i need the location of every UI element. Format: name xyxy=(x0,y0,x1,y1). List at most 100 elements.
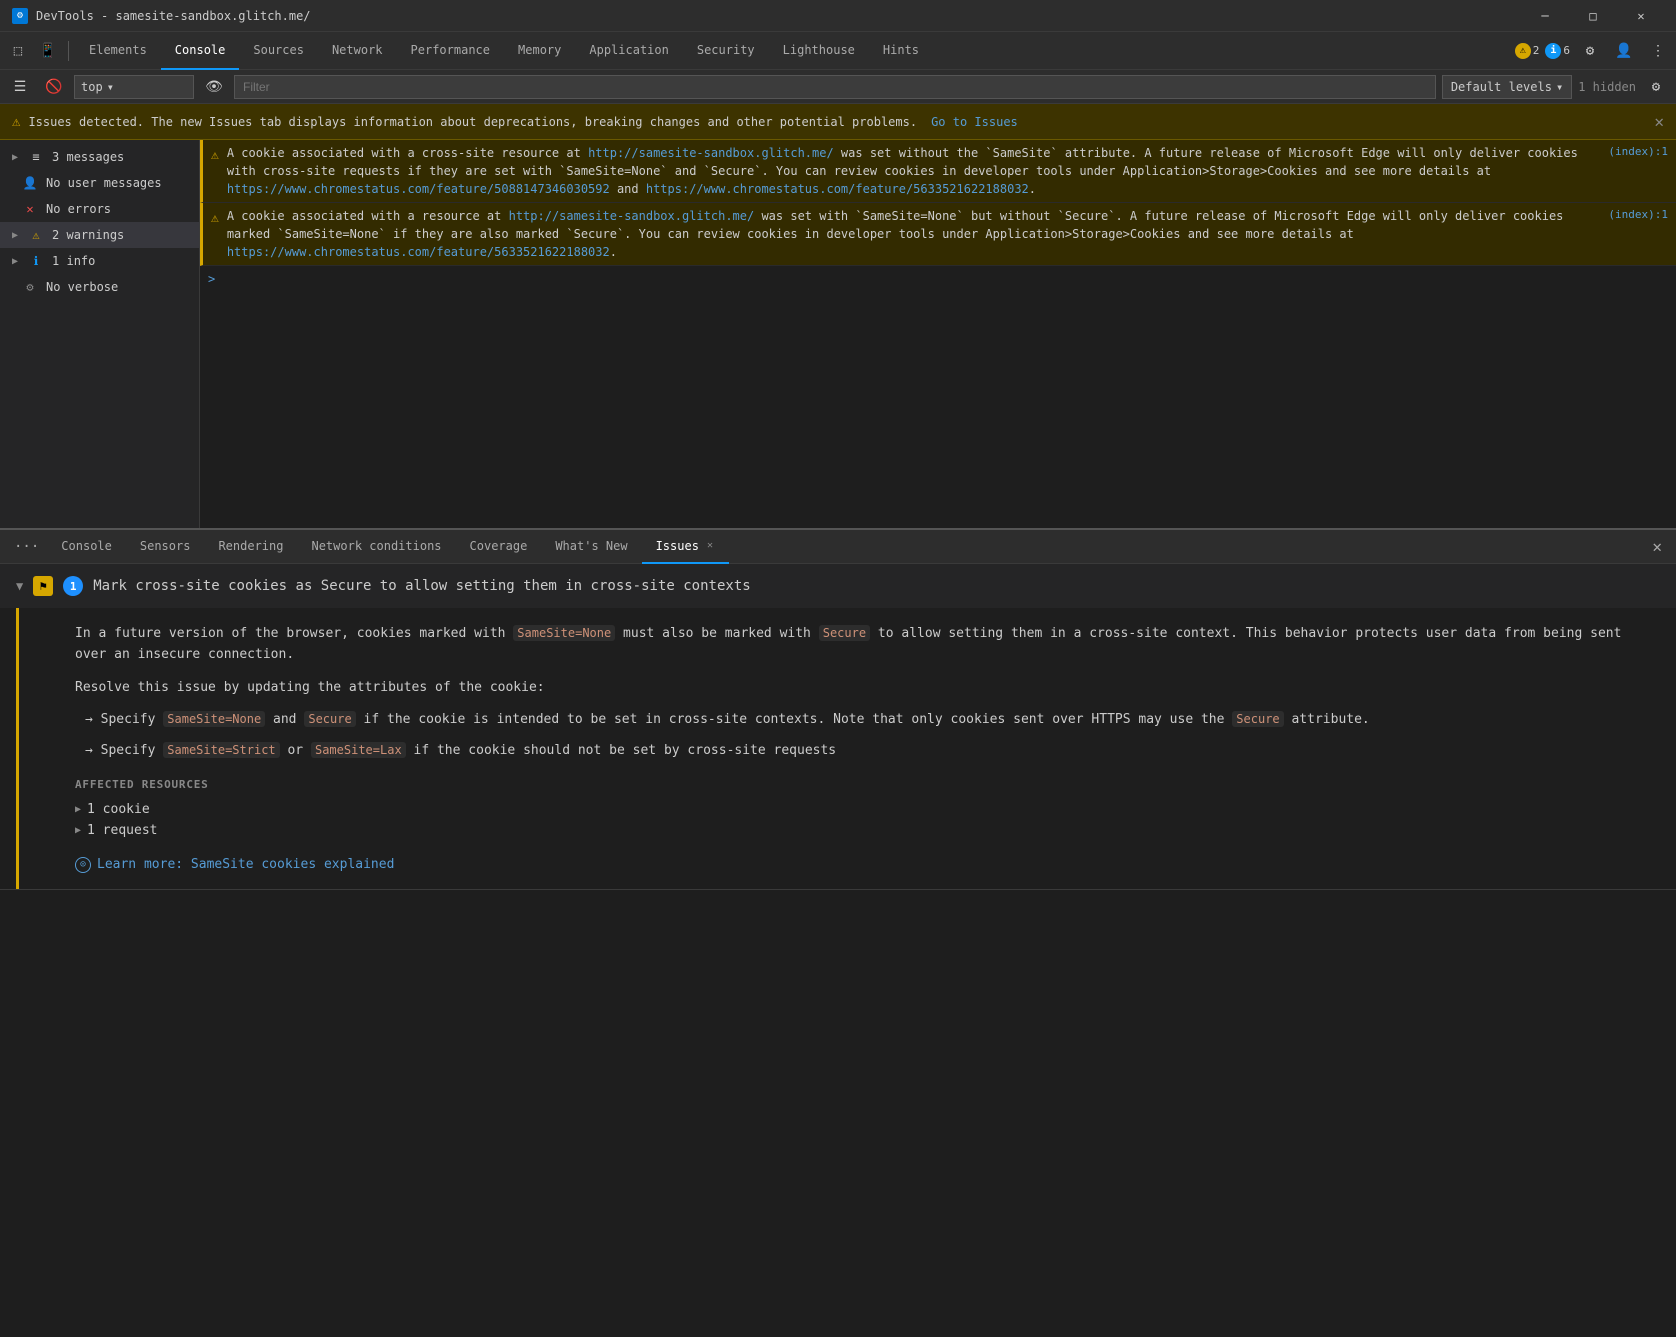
console-toolbar: ☰ 🚫 top ▾ 👁 Default levels ▾ 1 hidden ⚙ xyxy=(0,70,1676,104)
issue-group-1: ▼ ⚑ 1 Mark cross-site cookies as Secure … xyxy=(0,564,1676,890)
settings-button[interactable]: ⚙ xyxy=(1576,37,1604,65)
sidebar-label-verbose: No verbose xyxy=(46,280,118,294)
issue-arrow-item-2: → Specify SameSite=Strict or SameSite=La… xyxy=(75,741,1652,762)
info-count: 6 xyxy=(1563,44,1570,57)
sidebar-chevron-all: ▶ xyxy=(12,152,18,163)
sidebar-chevron-warnings: ▶ xyxy=(12,230,18,241)
go-to-issues-link[interactable]: Go to Issues xyxy=(931,115,1018,129)
tab-memory[interactable]: Memory xyxy=(504,32,575,70)
msg2-location[interactable]: (index):1 xyxy=(1608,207,1668,261)
issue-chevron-1: ▼ xyxy=(16,579,23,593)
issues-tab-label: Issues xyxy=(656,539,699,553)
toolbar-separator xyxy=(68,41,69,61)
affected-resources: AFFECTED RESOURCES ▶ 1 cookie ▶ 1 reques… xyxy=(75,778,1652,841)
issues-banner-close[interactable]: ✕ xyxy=(1654,112,1664,131)
console-message-2: ⚠ A cookie associated with a resource at… xyxy=(200,203,1676,266)
restore-button[interactable]: □ xyxy=(1570,0,1616,32)
titlebar-controls: ─ □ ✕ xyxy=(1522,0,1664,32)
tab-performance[interactable]: Performance xyxy=(397,32,504,70)
issue-body-1: In a future version of the browser, cook… xyxy=(16,608,1676,889)
hidden-count-label: 1 hidden xyxy=(1578,80,1636,94)
tab-application[interactable]: Application xyxy=(575,32,682,70)
console-prompt[interactable]: > xyxy=(200,266,1676,292)
hidden-count-area: 1 hidden ⚙ xyxy=(1578,73,1670,101)
hidden-settings-button[interactable]: ⚙ xyxy=(1642,73,1670,101)
context-selector[interactable]: top ▾ xyxy=(74,75,194,99)
code-samesite-strict: SameSite=Strict xyxy=(163,742,279,758)
resource-item-cookie[interactable]: ▶ 1 cookie xyxy=(75,799,1652,820)
tab-network[interactable]: Network xyxy=(318,32,397,70)
issue-flag-icon: ⚑ xyxy=(33,576,53,596)
msg1-link3[interactable]: https://www.chromestatus.com/feature/563… xyxy=(646,182,1029,196)
console-section: ☰ 🚫 top ▾ 👁 Default levels ▾ 1 hidden ⚙ … xyxy=(0,70,1676,530)
sidebar-item-errors[interactable]: ✕ No errors xyxy=(0,196,199,222)
code-secure-2: Secure xyxy=(304,711,355,727)
more-button[interactable]: ⋮ xyxy=(1644,37,1672,65)
bottom-toolbar: ··· Console Sensors Rendering Network co… xyxy=(0,530,1676,564)
bottom-panel-close[interactable]: ✕ xyxy=(1644,537,1670,556)
resource-item-request[interactable]: ▶ 1 request xyxy=(75,820,1652,841)
bottom-tab-whats-new[interactable]: What's New xyxy=(541,530,641,564)
issues-banner: ⚠ Issues detected. The new Issues tab di… xyxy=(0,104,1676,140)
info-icon: ℹ xyxy=(28,253,44,269)
context-value: top xyxy=(81,80,103,94)
levels-label: Default levels xyxy=(1451,80,1552,94)
bottom-more-button[interactable]: ··· xyxy=(6,539,47,555)
errors-icon: ✕ xyxy=(22,201,38,217)
sidebar-label-user: No user messages xyxy=(46,176,162,190)
msg2-link1[interactable]: http://samesite-sandbox.glitch.me/ xyxy=(509,209,755,223)
msg1-location[interactable]: (index):1 xyxy=(1608,144,1668,198)
sidebar-item-all[interactable]: ▶ ≡ 3 messages xyxy=(0,144,199,170)
bottom-tab-sensors[interactable]: Sensors xyxy=(126,530,205,564)
main-tab-nav: Elements Console Sources Network Perform… xyxy=(75,32,1513,70)
console-body: ▶ ≡ 3 messages 👤 No user messages ✕ No e… xyxy=(0,140,1676,528)
bottom-tab-rendering[interactable]: Rendering xyxy=(204,530,297,564)
sidebar-item-info[interactable]: ▶ ℹ 1 info xyxy=(0,248,199,274)
sidebar-item-warnings[interactable]: ▶ ⚠ 2 warnings xyxy=(0,222,199,248)
issue-resolve-label: Resolve this issue by updating the attri… xyxy=(75,678,1652,699)
minimize-button[interactable]: ─ xyxy=(1522,0,1568,32)
console-message-1: ⚠ A cookie associated with a cross-site … xyxy=(200,140,1676,203)
tab-lighthouse[interactable]: Lighthouse xyxy=(769,32,869,70)
sidebar-label-all: 3 messages xyxy=(52,150,124,164)
device-emulation-button[interactable]: 📱 xyxy=(34,37,62,65)
bottom-tab-console[interactable]: Console xyxy=(47,530,126,564)
bottom-tab-issues[interactable]: Issues ✕ xyxy=(642,530,729,564)
levels-arrow: ▾ xyxy=(1556,80,1563,94)
tab-security[interactable]: Security xyxy=(683,32,769,70)
issue-para-1: In a future version of the browser, cook… xyxy=(75,624,1652,666)
inspect-element-button[interactable]: ⬚ xyxy=(4,37,32,65)
tab-console[interactable]: Console xyxy=(161,32,240,70)
user-button[interactable]: 👤 xyxy=(1610,37,1638,65)
bottom-tab-network-conditions[interactable]: Network conditions xyxy=(297,530,455,564)
sidebar-chevron-info: ▶ xyxy=(12,256,18,267)
issue-header-1[interactable]: ▼ ⚑ 1 Mark cross-site cookies as Secure … xyxy=(0,564,1676,608)
resource-chevron-cookie: ▶ xyxy=(75,804,81,815)
msg2-link2[interactable]: https://www.chromestatus.com/feature/563… xyxy=(227,245,610,259)
learn-more-link[interactable]: ⊙ Learn more: SameSite cookies explained xyxy=(75,857,1652,873)
code-secure-1: Secure xyxy=(819,625,870,641)
warning-count: 2 xyxy=(1533,44,1540,57)
affected-resources-title: AFFECTED RESOURCES xyxy=(75,778,1652,791)
clear-console-button[interactable]: 🚫 xyxy=(40,73,68,101)
issues-banner-text: Issues detected. The new Issues tab disp… xyxy=(28,115,917,129)
log-levels-button[interactable]: Default levels ▾ xyxy=(1442,75,1572,99)
sidebar-toggle-button[interactable]: ☰ xyxy=(6,73,34,101)
code-samesite-none-2: SameSite=None xyxy=(163,711,265,727)
issues-tab-close[interactable]: ✕ xyxy=(705,538,715,553)
bottom-tab-coverage[interactable]: Coverage xyxy=(456,530,542,564)
sidebar-item-verbose[interactable]: ⚙ No verbose xyxy=(0,274,199,300)
sidebar-item-user[interactable]: 👤 No user messages xyxy=(0,170,199,196)
tab-elements[interactable]: Elements xyxy=(75,32,161,70)
learn-more-text: Learn more: SameSite cookies explained xyxy=(97,857,394,872)
bottom-panel: ··· Console Sensors Rendering Network co… xyxy=(0,530,1676,1337)
close-button[interactable]: ✕ xyxy=(1618,0,1664,32)
tab-hints[interactable]: Hints xyxy=(869,32,933,70)
eye-button[interactable]: 👁 xyxy=(200,73,228,101)
warning-badge-icon: ⚠ xyxy=(1515,43,1531,59)
msg1-link1[interactable]: http://samesite-sandbox.glitch.me/ xyxy=(588,146,834,160)
filter-input[interactable] xyxy=(234,75,1436,99)
msg1-link2[interactable]: https://www.chromestatus.com/feature/508… xyxy=(227,182,610,196)
tab-sources[interactable]: Sources xyxy=(239,32,318,70)
toolbar-right: ⚠ 2 i 6 ⚙ 👤 ⋮ xyxy=(1515,37,1672,65)
